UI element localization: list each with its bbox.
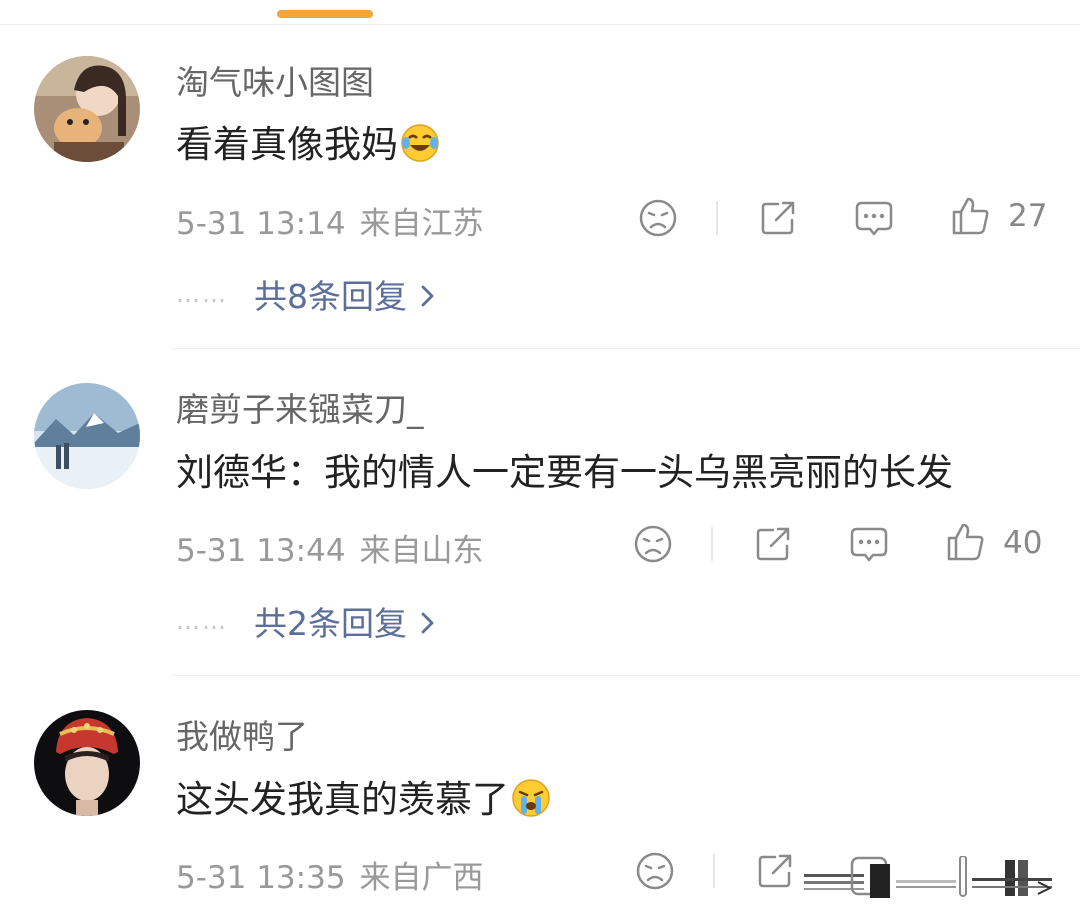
view-replies-link[interactable]: 共2条回复	[254, 604, 407, 643]
divider	[0, 24, 1080, 25]
timestamp: 5-31 13:44	[176, 533, 346, 569]
username[interactable]: 淘气味小图图	[176, 56, 374, 104]
share-icon[interactable]	[753, 849, 797, 893]
dislike-icon[interactable]	[636, 196, 680, 240]
location: 来自广西	[359, 860, 484, 896]
comment-icon[interactable]	[852, 196, 896, 240]
reply-dots: ……	[176, 607, 228, 635]
location: 来自江苏	[359, 206, 484, 242]
avatar[interactable]	[34, 383, 140, 489]
comment-meta: 5-31 13:44 来自山东	[176, 525, 484, 570]
replies-row[interactable]: …… 共2条回复	[176, 597, 437, 645]
crying-emoji-icon	[511, 778, 551, 827]
divider	[713, 854, 715, 888]
comment-icon[interactable]	[847, 522, 891, 566]
top-drag-indicator	[277, 10, 373, 18]
corrupted-region	[800, 855, 1060, 900]
comment-text: 看着真像我妈	[176, 114, 440, 172]
divider	[172, 675, 1080, 676]
comment-text-body: 这头发我真的羡慕了	[176, 778, 509, 821]
avatar[interactable]	[34, 710, 140, 816]
comment-meta: 5-31 13:35 来自广西	[176, 852, 484, 897]
replies-row[interactable]: …… 共8条回复	[176, 270, 437, 318]
comment-meta: 5-31 13:14 来自江苏	[176, 198, 484, 243]
timestamp: 5-31 13:35	[176, 860, 346, 896]
like-count: 40	[1003, 525, 1043, 561]
view-replies-link[interactable]: 共8条回复	[254, 277, 407, 316]
laughing-crying-emoji-icon	[400, 123, 440, 172]
comment-text-body: 看着真像我妈	[176, 123, 398, 166]
location: 来自山东	[359, 533, 484, 569]
like-icon[interactable]	[943, 520, 987, 564]
username[interactable]: 磨剪子来镪菜刀_	[176, 383, 424, 431]
chevron-right-icon	[419, 282, 437, 314]
divider	[172, 348, 1080, 349]
divider	[716, 201, 718, 235]
avatar[interactable]	[34, 56, 140, 162]
chevron-right-icon	[419, 609, 437, 641]
divider	[711, 527, 713, 561]
username[interactable]: 我做鸭了	[176, 710, 308, 758]
dislike-icon[interactable]	[631, 522, 675, 566]
dislike-icon[interactable]	[633, 849, 677, 893]
reply-dots: ……	[176, 280, 228, 308]
like-icon[interactable]	[948, 194, 992, 238]
share-icon[interactable]	[756, 196, 800, 240]
like-count: 27	[1008, 198, 1048, 234]
share-icon[interactable]	[751, 522, 795, 566]
comment-text: 这头发我真的羡慕了	[176, 769, 551, 827]
timestamp: 5-31 13:14	[176, 206, 346, 242]
comment-text: 刘德华：我的情人一定要有一头乌黑亮丽的长发	[176, 451, 953, 494]
